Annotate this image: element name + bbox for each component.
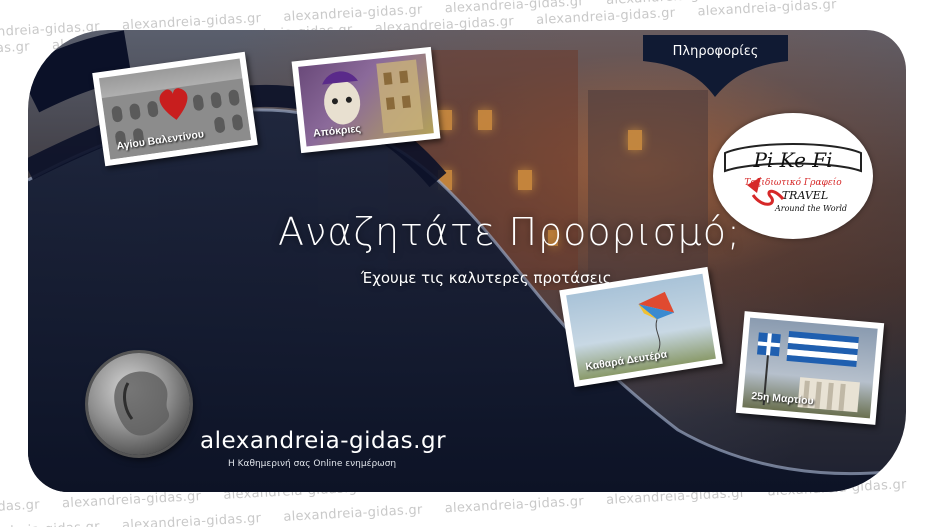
watermark-text: alexandreia-gidas.gr	[697, 0, 838, 20]
site-tagline: Η Καθημερινή σας Online ενημέρωση	[228, 459, 397, 469]
photo-image: 25η Μαρτίου	[742, 317, 878, 419]
logo-line2: TRAVEL	[782, 189, 828, 202]
watermark-text: alexandreia-gidas.gr	[0, 39, 31, 62]
watermark-text: alexandreia-gidas.gr	[283, 502, 424, 525]
alexander-coin	[88, 353, 190, 455]
pikefi-logo-art: Pi Ke Fi Ταξιδιωτικό Γραφείο TRAVEL Arou…	[724, 143, 862, 213]
banner-subtitle: Έχουμε τις καλυτερες προτάσεις	[361, 269, 612, 287]
photo-image: Αγίου Βαλεντίνου	[98, 58, 252, 160]
info-tab-label: Πληροφορίες	[672, 44, 759, 59]
watermark-text: alexandreia-gidas.gr	[121, 511, 262, 527]
swirl-icon	[751, 189, 785, 206]
logo-line3: Around the World	[774, 204, 847, 213]
site-url[interactable]: alexandreia-gidas.gr	[200, 428, 446, 454]
photo-card-carnival[interactable]: Απόκριες	[291, 46, 441, 154]
pikefi-logo[interactable]: Pi Ke Fi Ταξιδιωτικό Γραφείο TRAVEL Arou…	[713, 113, 873, 239]
watermark-text: alexandreia-gidas.gr	[0, 520, 100, 527]
promo-banner[interactable]: Αγίου Βαλεντίνου Απόκριες Αναζητάτε Προο…	[28, 30, 906, 492]
photo-image: Απόκριες	[298, 53, 434, 147]
logo-name: Pi Ke Fi	[752, 148, 832, 172]
watermark-text: alexandreia-gidas.gr	[444, 494, 585, 517]
info-tab-button[interactable]: Πληροφορίες	[643, 35, 788, 99]
alexander-profile-icon	[114, 371, 170, 436]
banner-title: Αναζητάτε Προορισμό;	[278, 210, 741, 254]
watermark-text: alexandreia-gidas.gr	[0, 497, 41, 520]
watermark-text: alexandreia-gidas.gr	[61, 489, 202, 512]
photo-image: Καθαρά Δευτέρα	[566, 273, 716, 381]
photo-card-march-25[interactable]: 25η Μαρτίου	[735, 311, 885, 425]
